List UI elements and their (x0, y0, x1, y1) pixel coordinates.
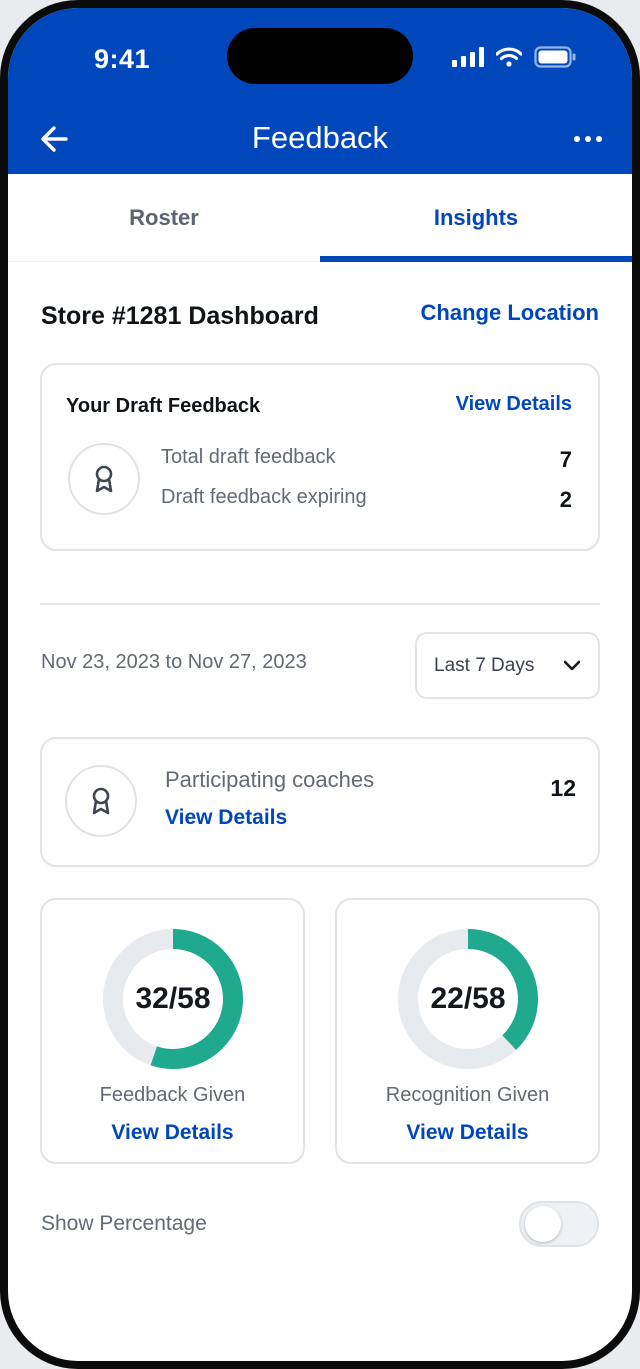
status-icons (452, 46, 576, 68)
dynamic-island (227, 28, 413, 84)
draft-view-details-link[interactable]: View Details (456, 393, 572, 416)
wifi-icon (496, 47, 522, 67)
feedback-given-card: 32/58 Feedback Given View Details (40, 898, 305, 1164)
status-time: 9:41 (94, 44, 151, 74)
section-divider (40, 603, 600, 605)
page-title: Feedback (251, 120, 389, 155)
app-screen: 9:41 Feedback Roster Insights Store #128… (8, 8, 632, 1361)
participating-coaches-value: 12 (550, 775, 576, 801)
tab-bar: Roster Insights (8, 174, 632, 262)
recognition-view-details-link[interactable]: View Details (337, 1121, 598, 1145)
change-location-link[interactable]: Change Location (421, 300, 599, 326)
total-draft-value: 7 (559, 447, 572, 472)
show-percentage-label: Show Percentage (41, 1212, 207, 1235)
chevron-down-icon (563, 660, 581, 671)
draft-feedback-card: Your Draft Feedback View Details Total d… (40, 363, 600, 551)
dashboard-title: Store #1281 Dashboard (41, 302, 319, 330)
recognition-given-card: 22/58 Recognition Given View Details (335, 898, 600, 1164)
dropdown-selected-value: Last 7 Days (434, 655, 535, 676)
expiring-draft-value: 2 (559, 487, 572, 512)
award-icon (92, 787, 110, 815)
participating-coaches-card: Participating coaches View Details 12 (40, 737, 600, 867)
phone-frame: 9:41 Feedback Roster Insights Store #128… (0, 0, 640, 1369)
more-options-icon[interactable] (568, 124, 608, 154)
active-tab-indicator (320, 256, 632, 262)
recognition-given-label: Recognition Given (385, 1084, 550, 1106)
feedback-view-details-link[interactable]: View Details (42, 1121, 303, 1145)
tab-insights[interactable]: Insights (320, 174, 632, 262)
signal-icon (452, 47, 484, 67)
show-percentage-toggle[interactable] (519, 1201, 599, 1247)
participating-coaches-label: Participating coaches (165, 767, 375, 792)
feedback-given-value: 32/58 (135, 982, 211, 1015)
total-draft-label: Total draft feedback (161, 446, 336, 468)
expiring-draft-label: Draft feedback expiring (161, 486, 367, 508)
date-range-dropdown[interactable]: Last 7 Days (415, 632, 600, 699)
battery-icon (534, 46, 576, 68)
feedback-given-label: Feedback Given (99, 1084, 246, 1106)
app-header: 9:41 Feedback (8, 8, 632, 174)
toggle-knob (525, 1206, 561, 1242)
award-badge (68, 443, 140, 515)
award-icon (95, 465, 113, 493)
date-range-text: Nov 23, 2023 to Nov 27, 2023 (41, 651, 307, 673)
recognition-given-value: 22/58 (430, 982, 506, 1015)
draft-feedback-title: Your Draft Feedback (66, 395, 261, 417)
tab-roster[interactable]: Roster (8, 174, 320, 262)
award-badge (65, 765, 137, 837)
coaches-view-details-link[interactable]: View Details (165, 806, 287, 830)
